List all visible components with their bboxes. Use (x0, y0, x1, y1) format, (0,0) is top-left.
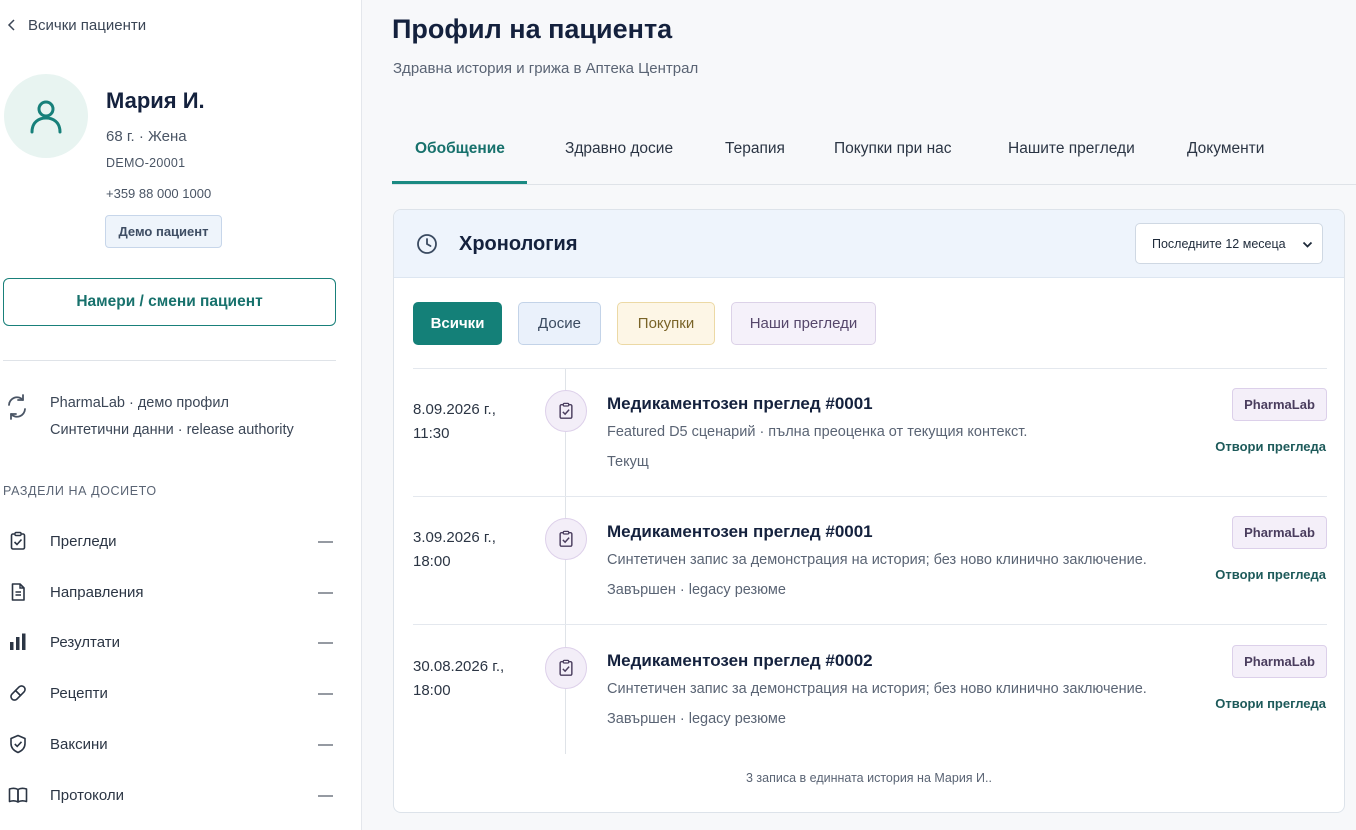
sidebar-item-value: — (318, 633, 333, 651)
clipboard-check-icon (559, 659, 573, 676)
clipboard-check-icon (559, 530, 573, 547)
find-change-patient-button[interactable]: Намери / смени пациент (3, 278, 336, 326)
sidebar: Всички пациенти Мария И. 68 г. · Жена DE… (0, 0, 362, 830)
sidebar-item-label: Направления (50, 583, 144, 601)
timeline-entry: 3.09.2026 г., 18:00 Медикаментозен прегл… (394, 496, 1344, 624)
sidebar-item-results[interactable]: Резултати — (3, 627, 333, 657)
entry-date: 3.09.2026 г., (413, 529, 496, 546)
entry-time: 11:30 (413, 425, 450, 442)
sync-icon (8, 394, 26, 420)
sidebar-item-label: Прегледи (50, 532, 117, 550)
entry-datetime: 30.08.2026 г., 18:00 (413, 655, 504, 703)
period-select-value: Последните 12 месеца (1152, 236, 1286, 251)
shield-check-icon (3, 732, 33, 756)
filter-purchases-button[interactable]: Покупки (617, 302, 715, 345)
tab-therapy[interactable]: Терапия (725, 140, 785, 162)
sidebar-item-value: — (318, 583, 333, 601)
entry-datetime: 8.09.2026 г., 11:30 (413, 398, 496, 446)
entry-description: Синтетичен запис за демонстрация на исто… (607, 552, 1147, 568)
tab-our-reviews[interactable]: Нашите прегледи (1008, 140, 1135, 162)
entry-status: Завършен · legacy резюме (607, 582, 786, 598)
timeline-title: Хронология (459, 233, 578, 255)
timeline-card-header: Хронология Последните 12 месеца (394, 210, 1344, 278)
chevron-left-icon (7, 19, 15, 31)
page-subtitle: Здравна история и грижа в Аптека Централ (393, 60, 699, 77)
profile-source-label: PharmaLab · демо профил (50, 395, 229, 411)
sidebar-item-value: — (318, 735, 333, 753)
timeline-entry: 30.08.2026 г., 18:00 Медикаментозен прег… (394, 625, 1344, 753)
tab-documents[interactable]: Документи (1187, 140, 1264, 162)
sidebar-item-prescriptions[interactable]: Рецепти — (3, 678, 333, 708)
page-title: Профил на пациента (392, 14, 673, 44)
timeline-footer: 3 записа в единната история на Мария И.. (746, 771, 992, 785)
sidebar-item-reviews[interactable]: Прегледи — (3, 526, 333, 556)
filter-all-button[interactable]: Всички (413, 302, 502, 345)
sidebar-item-referrals[interactable]: Направления — (3, 577, 333, 607)
sidebar-item-label: Ваксини (50, 735, 108, 753)
sidebar-item-vaccines[interactable]: Ваксини — (3, 729, 333, 759)
tab-summary[interactable]: Обобщение (415, 140, 505, 162)
clipboard-check-icon (3, 529, 33, 553)
clipboard-check-icon (559, 402, 573, 419)
entry-time: 18:00 (413, 682, 451, 699)
entry-date: 8.09.2026 г., (413, 401, 496, 418)
back-link-label: Всички пациенти (28, 16, 147, 34)
entry-time: 18:00 (413, 553, 451, 570)
book-icon (3, 783, 33, 807)
bar-chart-icon (3, 630, 33, 654)
sidebar-item-value: — (318, 786, 333, 804)
tab-health-record[interactable]: Здравно досие (565, 140, 673, 162)
tabs-divider (392, 184, 1356, 185)
source-badge: PharmaLab (1232, 388, 1327, 421)
pill-icon (3, 681, 33, 705)
entry-description: Синтетичен запис за демонстрация на исто… (607, 681, 1147, 697)
sidebar-item-protocols[interactable]: Протоколи — (3, 780, 333, 810)
sidebar-item-label: Протоколи (50, 786, 125, 804)
timeline-entry: 8.09.2026 г., 11:30 Медикаментозен прегл… (394, 368, 1344, 496)
avatar (4, 74, 88, 158)
clock-icon (417, 234, 437, 254)
entry-date: 30.08.2026 г., (413, 658, 505, 675)
patient-age-gender: 68 г. · Жена (106, 128, 187, 145)
sidebar-item-value: — (318, 532, 333, 550)
period-select[interactable]: Последните 12 месеца (1135, 223, 1323, 264)
profile-data-label: Синтетични данни · release authority (50, 422, 294, 438)
entry-status: Завършен · legacy резюме (607, 711, 786, 727)
entry-title: Медикаментозен преглед #0001 (607, 522, 873, 541)
filter-reviews-button[interactable]: Наши прегледи (731, 302, 876, 345)
sidebar-item-label: Рецепти (50, 684, 108, 702)
open-review-link[interactable]: Отвори прегледа (1215, 439, 1326, 454)
tab-purchases[interactable]: Покупки при нас (834, 140, 952, 162)
dossier-sections-heading: РАЗДЕЛИ НА ДОСИЕТО (3, 484, 157, 498)
open-review-link[interactable]: Отвори прегледа (1215, 567, 1326, 582)
entry-marker (545, 647, 587, 689)
demo-patient-badge: Демо пациент (105, 215, 222, 248)
user-icon (30, 100, 62, 134)
source-badge: PharmaLab (1232, 516, 1327, 549)
entry-status: Текущ (607, 454, 649, 470)
app: Всички пациенти Мария И. 68 г. · Жена DE… (0, 0, 1356, 830)
entry-description: Featured D5 сценарий · пълна преоценка о… (607, 424, 1028, 440)
patient-name: Мария И. (106, 88, 205, 113)
entry-marker (545, 518, 587, 560)
sidebar-divider (3, 360, 336, 361)
active-tab-indicator (392, 181, 527, 184)
document-icon (3, 580, 33, 604)
filter-dossier-button[interactable]: Досие (518, 302, 601, 345)
entry-title: Медикаментозен преглед #0001 (607, 394, 873, 413)
source-badge: PharmaLab (1232, 645, 1327, 678)
open-review-link[interactable]: Отвори прегледа (1215, 696, 1326, 711)
entry-datetime: 3.09.2026 г., 18:00 (413, 526, 496, 574)
patient-phone: +359 88 000 1000 (106, 186, 212, 201)
sidebar-item-value: — (318, 684, 333, 702)
patient-id: DEMO-20001 (106, 156, 186, 170)
entry-marker (545, 390, 587, 432)
sidebar-item-label: Резултати (50, 633, 120, 651)
back-to-patients-link[interactable]: Всички пациенти (6, 15, 146, 35)
chevron-down-icon (1302, 241, 1313, 248)
entry-title: Медикаментозен преглед #0002 (607, 651, 873, 670)
timeline-card: Хронология Последните 12 месеца Всички Д… (393, 209, 1345, 813)
